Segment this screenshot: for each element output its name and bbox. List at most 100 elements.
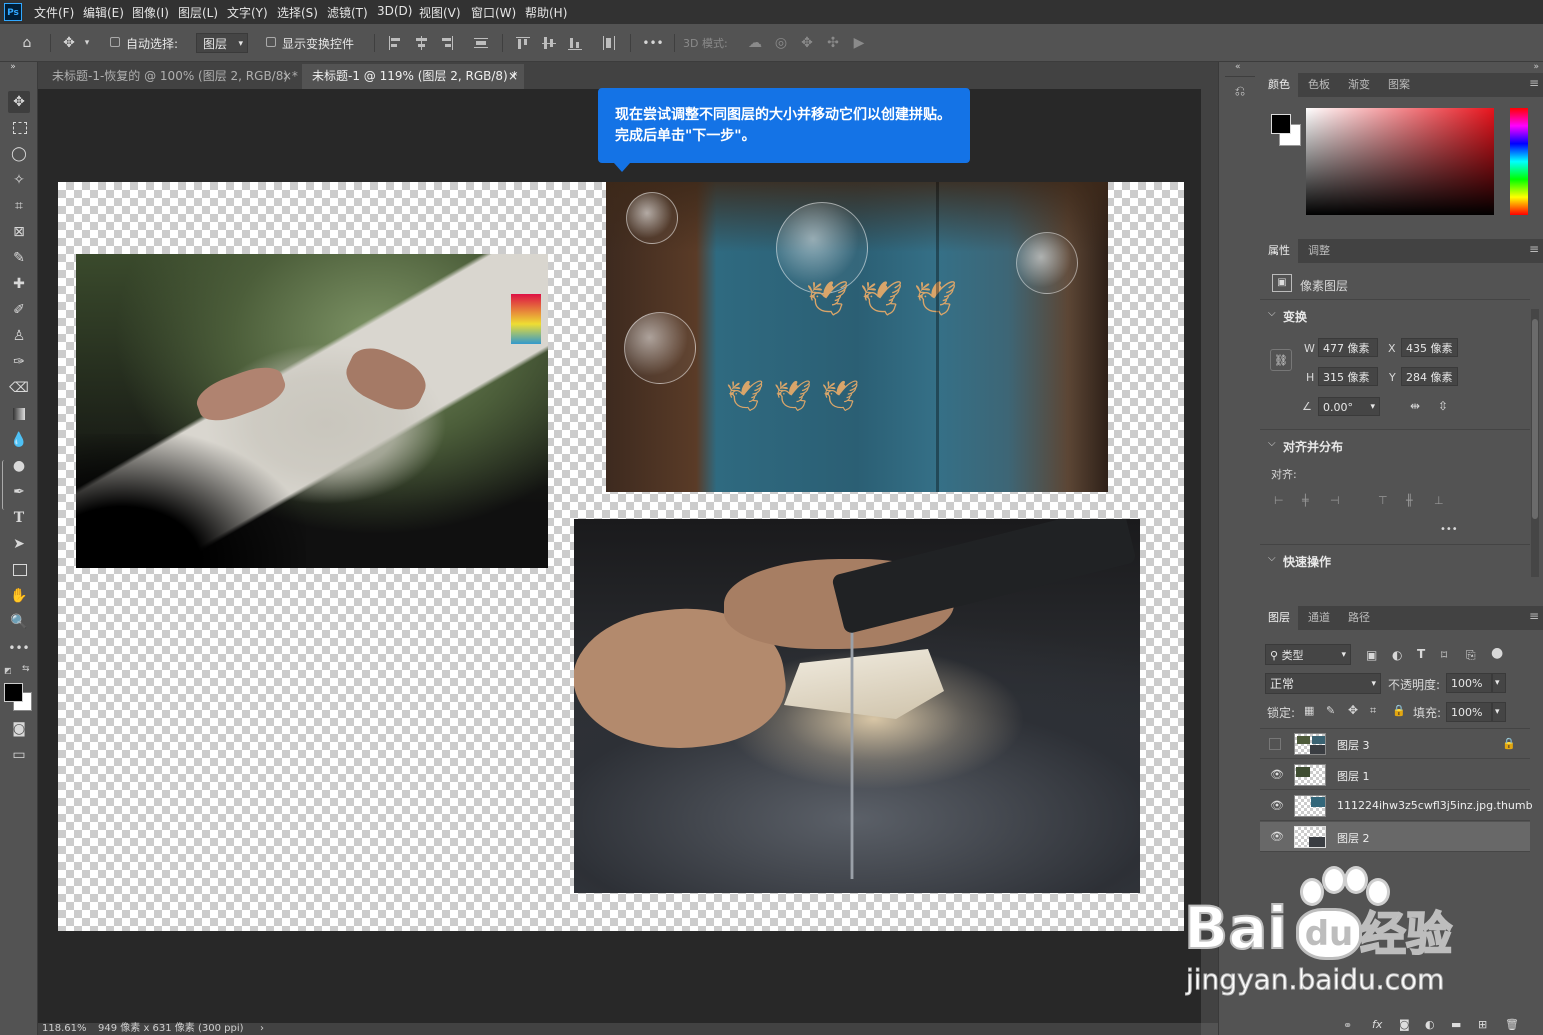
quick-mask-icon[interactable]: ◙	[8, 718, 30, 740]
zoom-level[interactable]: 118.61%	[42, 1023, 87, 1035]
align-right-icon[interactable]	[436, 32, 458, 54]
menu-select[interactable]: 选择(S)	[277, 4, 318, 21]
move-tool-icon[interactable]: ✥	[58, 32, 80, 54]
quick-actions-section-title[interactable]: 快速操作	[1283, 553, 1331, 570]
height-field[interactable]: 315 像素	[1318, 367, 1378, 386]
history-panel-icon[interactable]: ⎌	[1231, 84, 1249, 102]
marquee-tool-icon[interactable]	[8, 117, 30, 139]
visibility-eye-icon[interactable]: 👁	[1270, 830, 1284, 843]
layer-row[interactable]: 👁 111224ihw3z5cwfl3j5inz.jpg.thumb	[1260, 791, 1533, 821]
visibility-toggle-off[interactable]	[1269, 738, 1281, 750]
3d-pan-icon[interactable]: ✥	[796, 32, 818, 54]
link-icon[interactable]: ⚭	[1343, 1019, 1352, 1032]
swap-colors-icon[interactable]: ⇆	[22, 664, 32, 674]
align-hcenter-icon[interactable]	[410, 32, 432, 54]
panel-menu-icon[interactable]: ≡	[1529, 609, 1539, 623]
align-hcenter-icon[interactable]: ╪	[1302, 494, 1316, 508]
align-vcenter-icon[interactable]: ╫	[1406, 494, 1420, 508]
menu-help[interactable]: 帮助(H)	[525, 4, 567, 21]
edit-toolbar-icon[interactable]: •••	[8, 637, 30, 659]
dodge-tool-icon[interactable]: ●	[8, 455, 30, 477]
folder-icon[interactable]: ▬	[1451, 1018, 1461, 1031]
align-top-icon[interactable]	[512, 32, 534, 54]
history-brush-tool-icon[interactable]: ✑	[8, 351, 30, 373]
chevron-down-icon[interactable]: ⌵	[1268, 308, 1276, 319]
visibility-eye-icon[interactable]: 👁	[1270, 799, 1284, 812]
scrollbar-thumb[interactable]	[1532, 319, 1538, 519]
filter-pixel-icon[interactable]: ▣	[1366, 648, 1377, 662]
move-tool-icon[interactable]: ✥	[8, 91, 30, 113]
align-bottom-icon[interactable]	[564, 32, 586, 54]
filter-type-icon[interactable]: T	[1417, 647, 1425, 661]
lock-transparent-icon[interactable]: ▦	[1304, 704, 1314, 717]
align-top-icon[interactable]: ⊤	[1378, 494, 1392, 508]
y-field[interactable]: 284 像素	[1401, 367, 1458, 386]
menu-type[interactable]: 文字(Y)	[227, 4, 268, 21]
blur-tool-icon[interactable]: 💧	[8, 429, 30, 451]
path-selection-tool-icon[interactable]: ➤	[8, 533, 30, 555]
tab-channels[interactable]: 通道	[1300, 606, 1338, 630]
auto-select-checkbox[interactable]	[110, 37, 120, 47]
visibility-eye-icon[interactable]: 👁	[1270, 768, 1284, 781]
menu-file[interactable]: 文件(F)	[34, 4, 74, 21]
chevron-down-icon[interactable]: ▾	[1492, 673, 1506, 693]
color-field[interactable]	[1306, 108, 1494, 215]
menu-3d[interactable]: 3D(D)	[377, 4, 412, 18]
eraser-tool-icon[interactable]: ⌫	[8, 377, 30, 399]
magic-wand-tool-icon[interactable]: ✧	[8, 169, 30, 191]
align-bottom-icon[interactable]: ⊥	[1434, 494, 1448, 508]
properties-scrollbar[interactable]	[1531, 309, 1539, 577]
foreground-color-swatch[interactable]	[1271, 114, 1291, 134]
mask-icon[interactable]: ◙	[1399, 1018, 1410, 1031]
layer-photo-birds[interactable]: 🕊 🕊 🕊 🕊 🕊 🕊	[606, 182, 1108, 492]
tab-paths[interactable]: 路径	[1340, 606, 1378, 630]
flip-horizontal-icon[interactable]: ⇹	[1410, 399, 1420, 413]
tab-layers[interactable]: 图层	[1260, 606, 1298, 630]
distribute-horizontal-icon[interactable]	[598, 32, 620, 54]
foreground-color-swatch[interactable]	[4, 683, 23, 702]
menu-window[interactable]: 窗口(W)	[471, 4, 516, 21]
distribute-vertical-icon[interactable]	[470, 32, 492, 54]
lock-pixels-icon[interactable]: ✎	[1326, 704, 1335, 717]
menu-view[interactable]: 视图(V)	[419, 4, 461, 21]
filter-adjustment-icon[interactable]: ◐	[1392, 648, 1402, 662]
chevron-down-icon[interactable]: ▾	[80, 32, 94, 54]
chevron-down-icon[interactable]: ▾	[1492, 702, 1506, 722]
layer-photo-bandsaw[interactable]	[574, 519, 1140, 893]
more-options-icon[interactable]: •••	[642, 32, 664, 54]
trash-icon[interactable]: 🗑	[1505, 1018, 1519, 1031]
panel-menu-icon[interactable]: ≡	[1529, 242, 1539, 256]
lock-all-icon[interactable]: 🔒	[1392, 704, 1406, 717]
align-vcenter-icon[interactable]	[538, 32, 560, 54]
tab-adjustments[interactable]: 调整	[1300, 239, 1338, 263]
lock-artboard-icon[interactable]: ⌗	[1370, 704, 1376, 718]
default-colors-icon[interactable]: ◩	[4, 666, 12, 675]
menu-layer[interactable]: 图层(L)	[178, 4, 218, 21]
3d-orbit-icon[interactable]: ☁	[744, 32, 766, 54]
hue-slider[interactable]	[1510, 108, 1528, 215]
link-dimensions-icon[interactable]: ⛓	[1270, 349, 1292, 371]
align-left-icon[interactable]	[384, 32, 406, 54]
filter-toggle-icon[interactable]: ●	[1491, 645, 1503, 661]
chevron-down-icon[interactable]: ⌵	[1268, 553, 1276, 564]
layer-row[interactable]: 👁 图层 2	[1260, 822, 1530, 852]
eyedropper-tool-icon[interactable]: ✎	[8, 247, 30, 269]
type-tool-icon[interactable]: T	[8, 507, 30, 529]
more-align-options-icon[interactable]: •••	[1440, 524, 1458, 535]
close-icon[interactable]: ×	[282, 64, 292, 89]
menu-filter[interactable]: 滤镜(T)	[327, 4, 368, 21]
show-transform-checkbox[interactable]	[266, 37, 276, 47]
auto-select-dropdown[interactable]: 图层 ▾	[196, 33, 248, 53]
new-layer-icon[interactable]: ⊞	[1478, 1018, 1487, 1031]
menu-edit[interactable]: 编辑(E)	[83, 4, 124, 21]
lock-position-icon[interactable]: ✥	[1348, 703, 1358, 717]
frame-tool-icon[interactable]: ⊠	[8, 221, 30, 243]
align-section-title[interactable]: 对齐并分布	[1283, 438, 1343, 455]
width-field[interactable]: 477 像素	[1318, 338, 1378, 357]
brush-tool-icon[interactable]: ✐	[8, 299, 30, 321]
3d-slide-icon[interactable]: ✣	[822, 32, 844, 54]
collapse-icon[interactable]: »	[2, 62, 24, 72]
hand-tool-icon[interactable]: ✋	[8, 585, 30, 607]
tab-properties[interactable]: 属性	[1260, 239, 1298, 263]
filter-smart-object-icon[interactable]: ⎘	[1466, 648, 1476, 663]
